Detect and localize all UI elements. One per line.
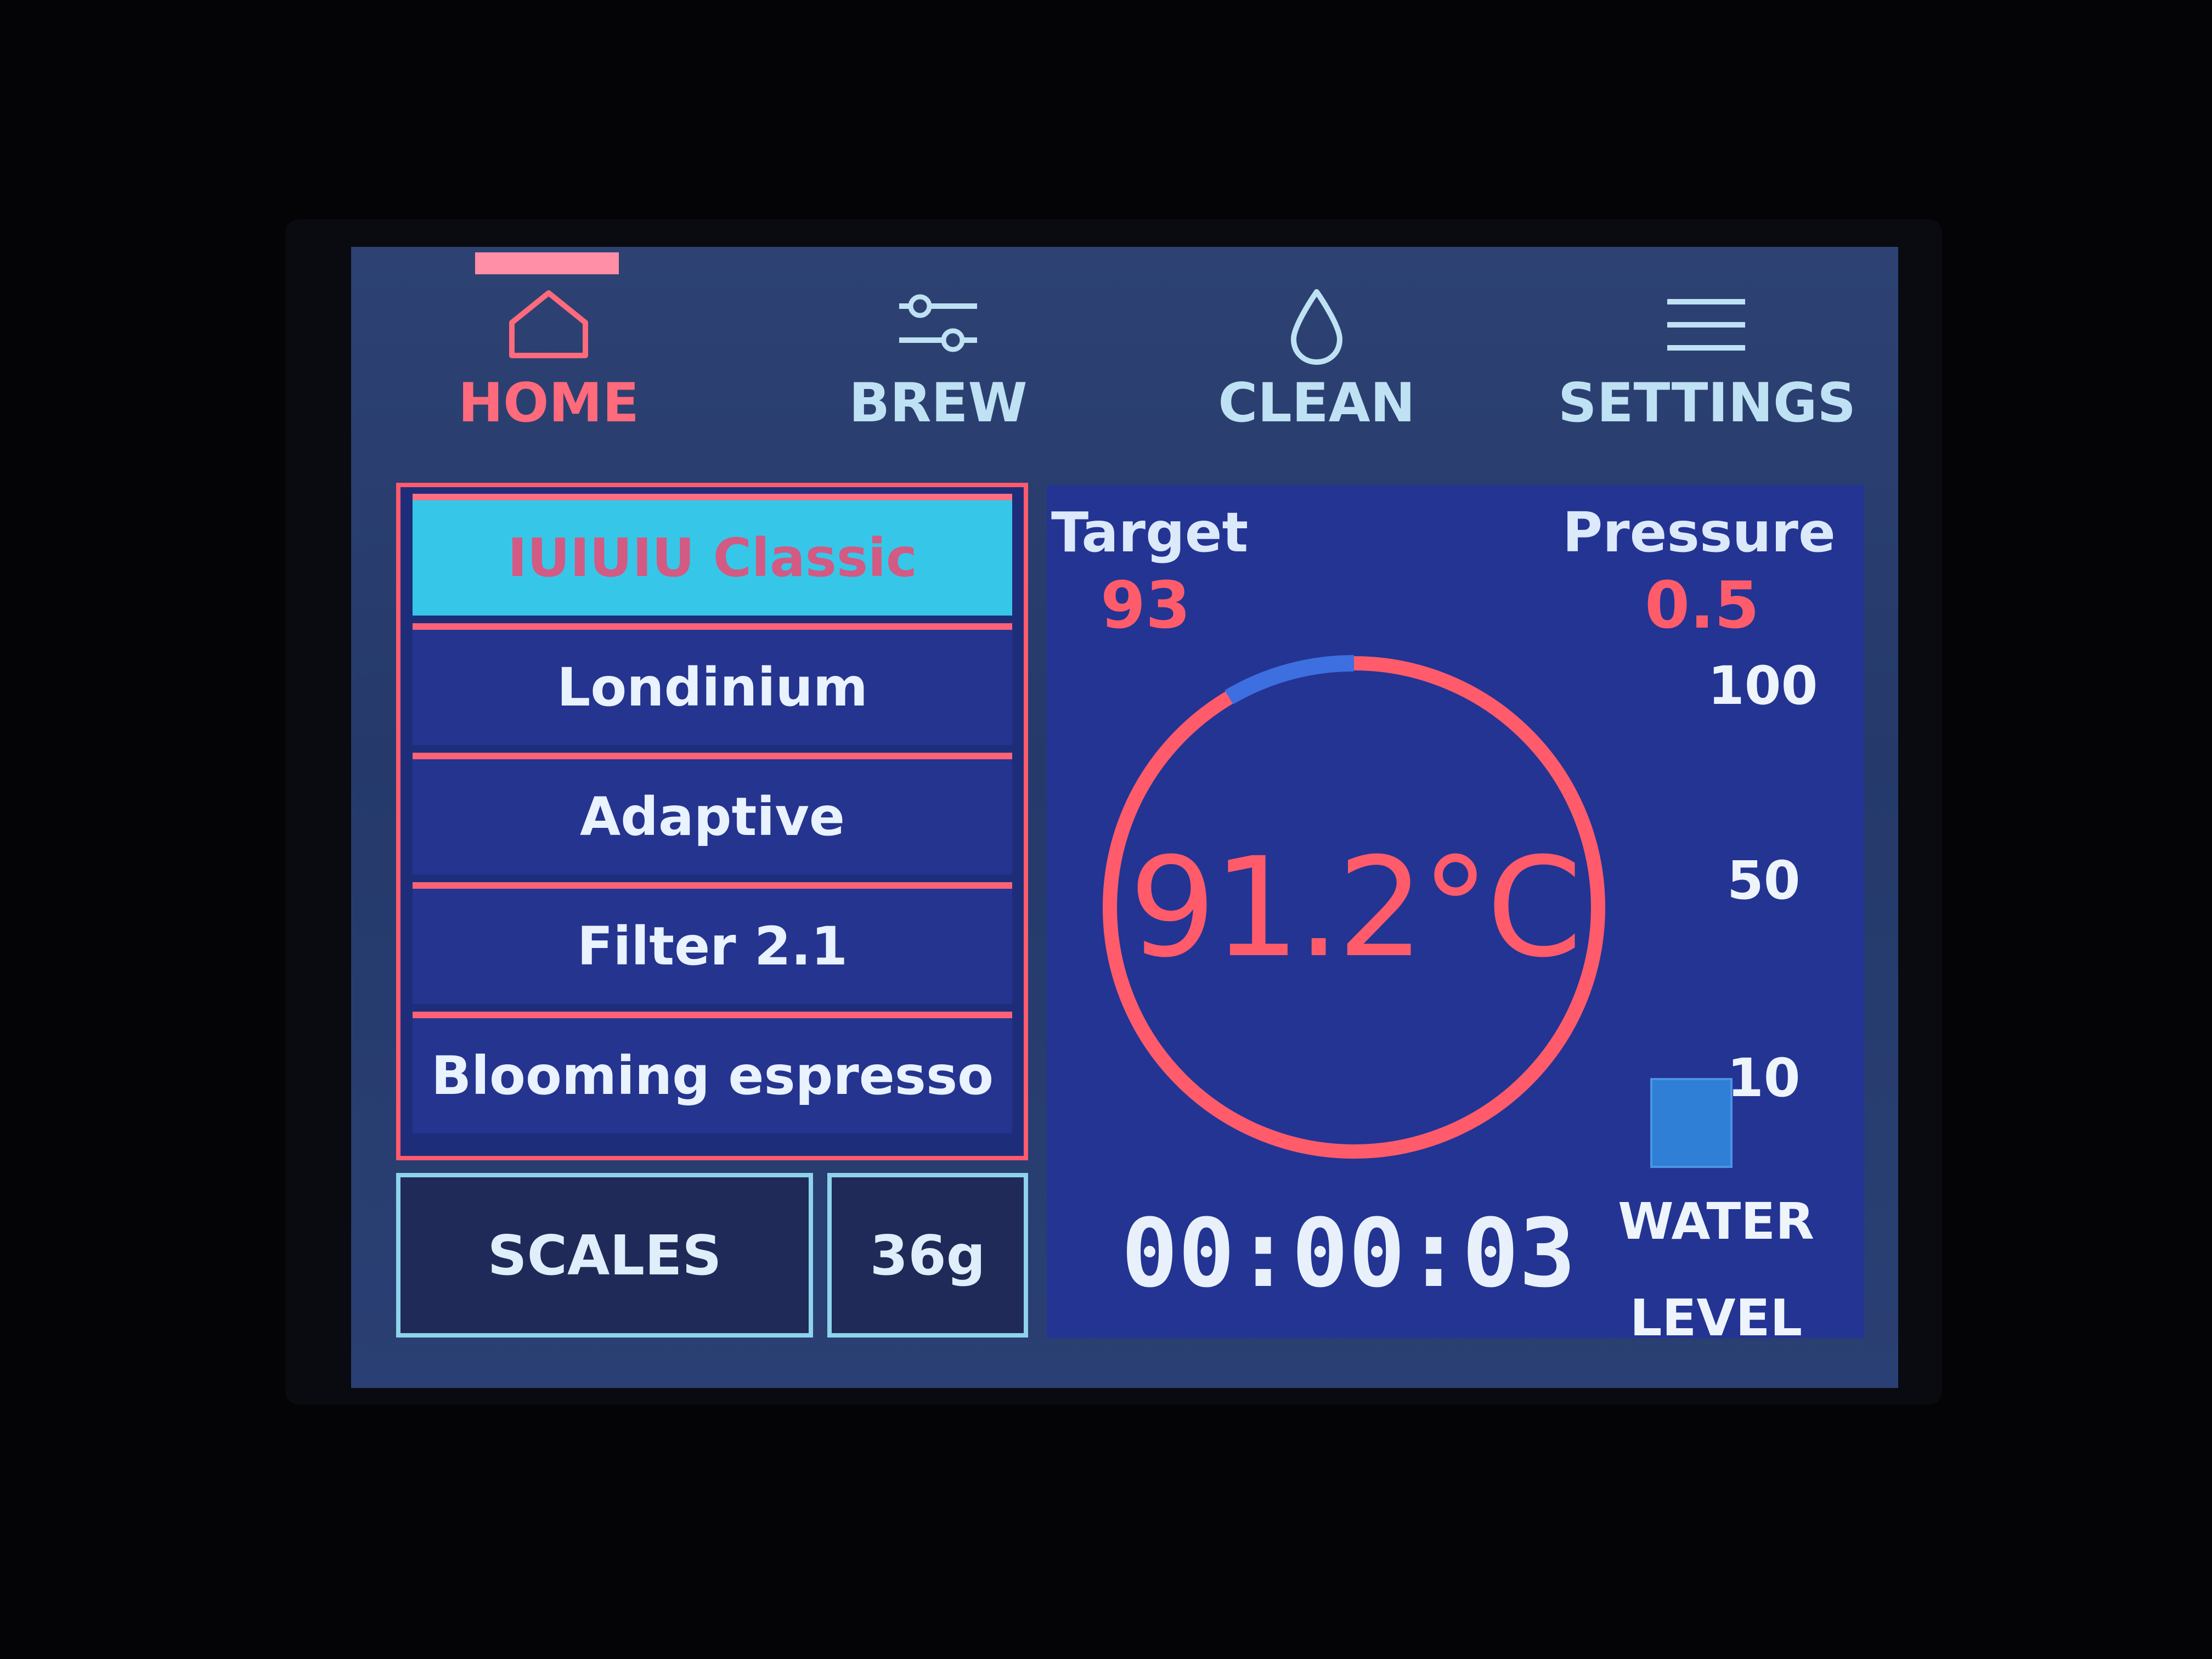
touch-screen: HOME BREW CLEAN SETTINGS IUIUIU Classic … [351,247,1898,1388]
shot-timer: 00:00:03 [1121,1198,1576,1308]
profile-item[interactable]: Adaptive [413,753,1012,874]
menu-icon [1660,285,1753,364]
tab-clean-label: CLEAN [1218,372,1415,435]
target-label: Target [1051,500,1249,565]
pressure-label: Pressure [1562,500,1836,565]
water-level-bar [1650,918,1733,1168]
water-level-label: WATER LEVEL [1618,1192,1814,1347]
tab-settings-label: SETTINGS [1558,372,1856,435]
profile-list: IUIUIU Classic Londinium Adaptive Filter… [396,483,1028,1160]
sliders-icon [891,285,985,364]
profile-item[interactable]: Blooming espresso [413,1012,1012,1133]
target-value: 93 [1101,567,1191,643]
brew-status-panel: Target 93 Pressure 0.5 91.2°C 00:00:03 1… [1047,485,1864,1347]
temperature-readout: 91.2°C [1128,827,1582,988]
water-level-fill [1650,1078,1733,1168]
home-icon [502,285,595,364]
tab-brew[interactable]: BREW [823,247,1053,455]
scales-button[interactable]: SCALES [396,1173,813,1338]
scales-weight-readout: 36g [827,1173,1028,1338]
water-tick-10: 10 [1727,1047,1801,1109]
water-tick-100: 100 [1708,655,1818,716]
profile-item[interactable]: Londinium [413,623,1012,745]
tab-settings[interactable]: SETTINGS [1558,247,1856,455]
water-tick-50: 50 [1727,850,1801,911]
tab-clean[interactable]: CLEAN [1190,247,1443,455]
tab-brew-label: BREW [849,372,1028,435]
profile-item[interactable]: Filter 2.1 [413,882,1012,1004]
profile-item-selected[interactable]: IUIUIU Classic [413,494,1012,616]
tab-home[interactable]: HOME [439,247,658,455]
tab-home-label: HOME [458,372,639,435]
droplet-icon [1284,285,1350,370]
pressure-value: 0.5 [1645,567,1760,643]
